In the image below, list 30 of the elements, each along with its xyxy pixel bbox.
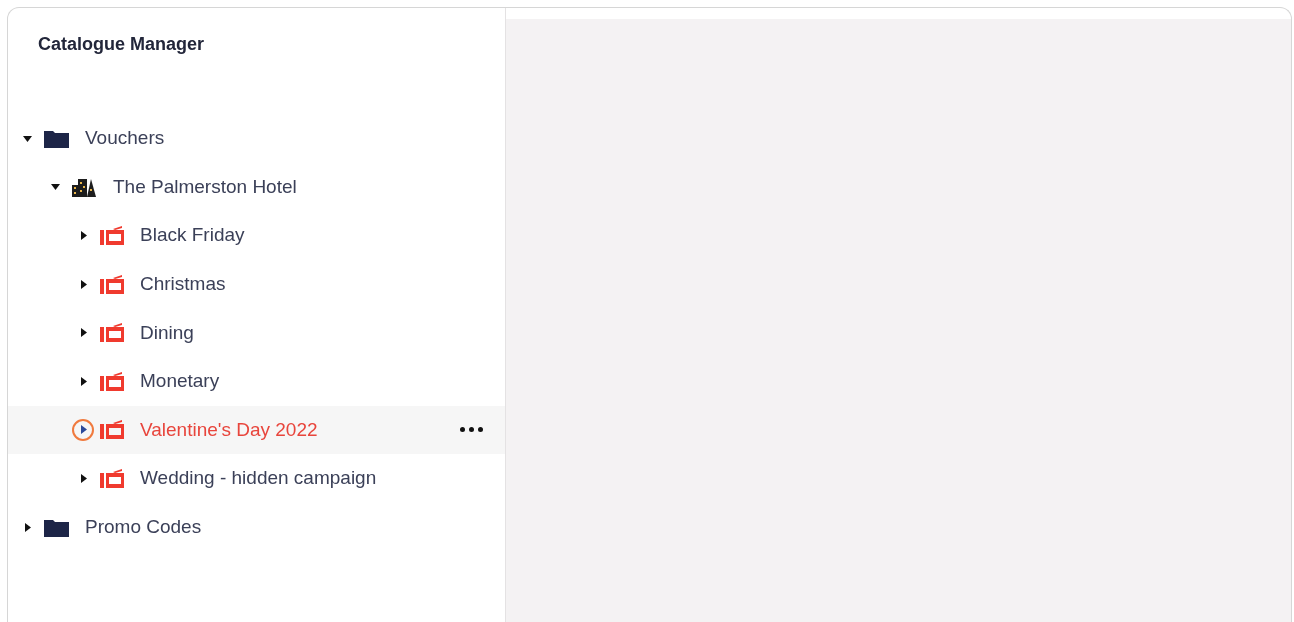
tree-item[interactable]: Vouchers xyxy=(8,114,505,163)
tree-item-label: Vouchers xyxy=(85,127,165,150)
ticket-icon xyxy=(100,371,124,391)
tree-item-label: Christmas xyxy=(140,273,226,296)
tree-item-label: The Palmerston Hotel xyxy=(113,175,297,198)
tree-item[interactable]: Christmas xyxy=(8,259,505,309)
caret-icon[interactable] xyxy=(72,418,94,441)
folder-icon xyxy=(44,128,69,148)
tree-item-label: Promo Codes xyxy=(85,516,202,539)
tree-item[interactable]: Black Friday xyxy=(8,211,505,260)
ticket-icon xyxy=(100,323,124,343)
tree-item-label: Wedding - hidden campaign xyxy=(140,467,377,490)
tree-item[interactable]: Monetary xyxy=(8,356,505,406)
buildings-icon xyxy=(72,176,97,197)
tree-item-label: Valentine's Day 2022 xyxy=(140,418,318,441)
tree-item-label: Black Friday xyxy=(140,224,245,247)
tree-item[interactable]: Valentine's Day 2022 xyxy=(8,405,505,455)
ticket-icon xyxy=(100,274,124,294)
tree-item[interactable]: Dining xyxy=(8,308,505,357)
tree-item[interactable]: Wedding - hidden campaign xyxy=(8,454,505,503)
tree-item[interactable]: Promo Codes xyxy=(8,502,505,552)
tree-item[interactable]: The Palmerston Hotel xyxy=(8,162,505,212)
tree-item-label: Dining xyxy=(140,321,194,344)
folder-icon xyxy=(44,517,69,537)
more-icon[interactable] xyxy=(460,427,483,433)
ticket-icon xyxy=(100,226,124,245)
ticket-icon xyxy=(100,420,124,440)
ticket-icon xyxy=(100,468,124,488)
tree-item-label: Monetary xyxy=(140,370,220,393)
panel-title: Catalogue Manager xyxy=(37,34,206,56)
